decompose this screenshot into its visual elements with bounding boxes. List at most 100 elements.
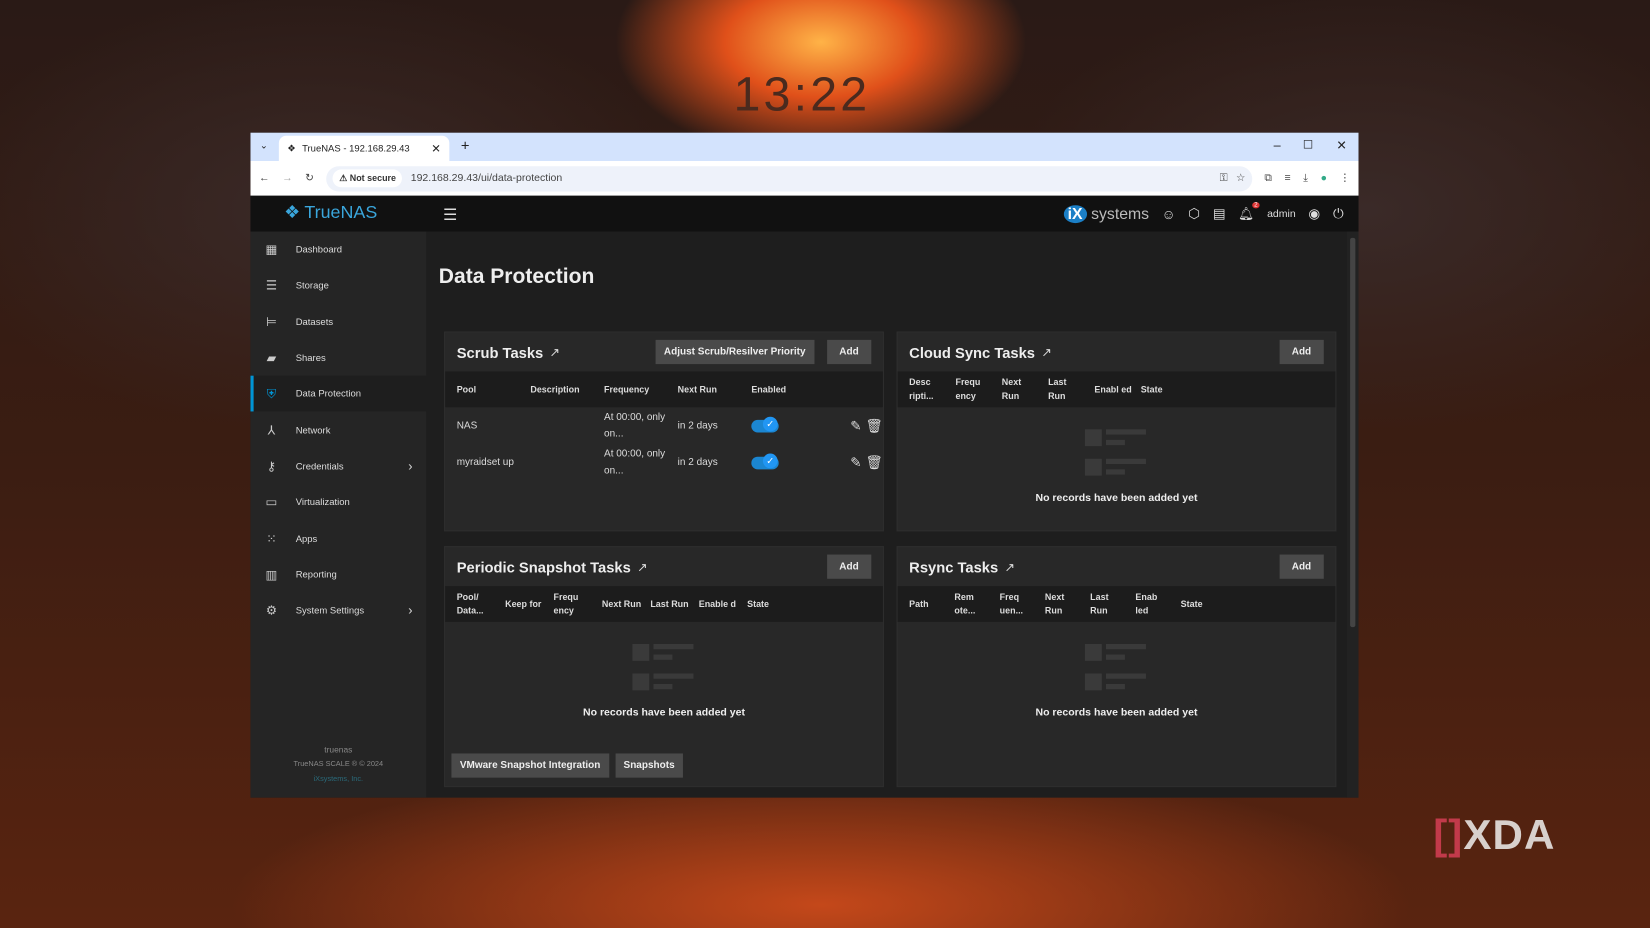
column-header[interactable]: Path bbox=[909, 597, 954, 611]
sidebar-item-reporting[interactable]: ▥ Reporting bbox=[250, 556, 426, 592]
tab-title: TrueNAS - 192.168.29.43 bbox=[302, 143, 410, 154]
power-icon[interactable]: ⏻ bbox=[1333, 205, 1344, 222]
rsync-tasks-card: Rsync Tasks ↗ Add Path Rem ote... Freq uen.… bbox=[896, 546, 1337, 788]
column-header[interactable]: Next Run bbox=[1045, 590, 1090, 617]
scrub-tasks-card: Scrub Tasks ↗ Adjust Scrub/Resilver Prior… bbox=[444, 331, 884, 532]
snapshots-button[interactable]: Snapshots bbox=[615, 753, 684, 778]
sidebar-item-network[interactable]: ⅄ Network bbox=[250, 412, 426, 448]
column-header[interactable]: Next Run bbox=[602, 597, 650, 611]
vmware-snapshot-integration-button[interactable]: VMware Snapshot Integration bbox=[451, 753, 609, 778]
sidebar-item-label: Shares bbox=[295, 352, 326, 364]
add-cloud-sync-button[interactable]: Add bbox=[1279, 339, 1324, 365]
delete-trash-icon[interactable]: 🗑︎ bbox=[866, 417, 883, 433]
edit-pencil-icon[interactable]: ✎ bbox=[850, 454, 861, 470]
profile-avatar[interactable]: ● bbox=[1321, 173, 1327, 185]
column-header[interactable]: Pool/ Data... bbox=[457, 590, 505, 617]
bookmark-star-icon[interactable]: ☆ bbox=[1236, 173, 1245, 185]
feedback-icon[interactable]: ☺ bbox=[1162, 206, 1176, 222]
open-external-icon[interactable]: ↗ bbox=[637, 559, 648, 574]
column-header[interactable]: Pool bbox=[457, 383, 531, 397]
truecommand-icon[interactable]: ⬡ bbox=[1188, 205, 1200, 222]
sidebar-item-system-settings[interactable]: ⚙ System Settings › bbox=[250, 592, 426, 628]
sidebar-item-data-protection[interactable]: ⛨ Data Protection bbox=[250, 375, 427, 412]
column-header[interactable]: Frequ ency bbox=[955, 376, 1001, 403]
ixsystems-logo[interactable]: iX systems bbox=[1063, 204, 1149, 223]
close-tab-icon[interactable]: ✕ bbox=[431, 142, 441, 156]
column-header[interactable]: Description bbox=[530, 383, 604, 397]
open-external-icon[interactable]: ↗ bbox=[1041, 345, 1052, 360]
folder-icon: ▰ bbox=[266, 350, 277, 366]
add-rsync-button[interactable]: Add bbox=[1279, 554, 1324, 579]
open-external-icon[interactable]: ↗ bbox=[550, 345, 561, 360]
column-header[interactable]: Desc ripti... bbox=[909, 376, 955, 403]
account-icon[interactable]: ◉ bbox=[1308, 205, 1320, 222]
add-snapshot-button[interactable]: Add bbox=[826, 554, 872, 579]
column-header[interactable]: Last Run bbox=[1090, 590, 1135, 617]
column-header[interactable]: Frequency bbox=[604, 383, 678, 397]
column-header[interactable]: Enabled bbox=[751, 383, 825, 397]
security-chip[interactable]: ⚠ Not secure bbox=[332, 169, 403, 188]
extensions-icon[interactable]: ⧉ bbox=[1264, 173, 1272, 185]
sidebar-item-virtualization[interactable]: ▭ Virtualization bbox=[250, 484, 426, 520]
sidebar-item-credentials[interactable]: ⚷ Credentials › bbox=[250, 448, 426, 484]
close-window-icon[interactable]: ✕ bbox=[1336, 138, 1347, 153]
column-header[interactable]: Last Run bbox=[650, 597, 698, 611]
column-header[interactable]: Keep for bbox=[505, 597, 553, 611]
column-header[interactable]: State bbox=[1141, 383, 1187, 397]
periodic-snapshot-tasks-card: Periodic Snapshot Tasks ↗ Add Pool/ Data.… bbox=[444, 546, 884, 788]
sidebar-footer: truenas TrueNAS SCALE ® © 2024 iXsystems… bbox=[250, 743, 426, 787]
cloud-sync-tasks-card: Cloud Sync Tasks ↗ Add Desc ripti... Frequ… bbox=[896, 331, 1337, 532]
jobs-clipboard-icon[interactable]: ▤ bbox=[1213, 205, 1226, 222]
company-link[interactable]: iXsystems, Inc. bbox=[250, 772, 426, 787]
add-scrub-button[interactable]: Add bbox=[826, 339, 872, 365]
sidebar-item-storage[interactable]: ☰ Storage bbox=[250, 268, 426, 304]
hamburger-menu-icon[interactable]: ☰ bbox=[443, 205, 457, 224]
minimize-icon[interactable]: – bbox=[1274, 138, 1281, 153]
menu-dots-icon[interactable]: ⋮ bbox=[1340, 173, 1351, 185]
column-header[interactable]: Next Run bbox=[1002, 376, 1048, 403]
card-title: Scrub Tasks bbox=[456, 343, 544, 361]
column-header[interactable]: Last Run bbox=[1048, 376, 1094, 403]
url-field[interactable]: ⚠ Not secure 192.168.29.43/ui/data-prote… bbox=[326, 165, 1252, 191]
open-external-icon[interactable]: ↗ bbox=[1005, 559, 1016, 574]
column-header[interactable]: State bbox=[1181, 597, 1226, 611]
enabled-toggle[interactable] bbox=[751, 416, 779, 432]
column-header[interactable]: State bbox=[747, 597, 795, 611]
gear-icon: ⚙ bbox=[265, 603, 278, 618]
browser-tab[interactable]: ❖ TrueNAS - 192.168.29.43 ✕ bbox=[278, 135, 450, 162]
column-header[interactable]: Rem ote... bbox=[954, 590, 999, 617]
column-header[interactable]: Enable d bbox=[699, 597, 747, 611]
table-header: Pool/ Data... Keep for Frequ ency Next Run L… bbox=[445, 586, 883, 622]
tab-search-icon[interactable]: ⌄ bbox=[260, 140, 268, 152]
back-icon[interactable]: ← bbox=[259, 173, 270, 185]
media-icon[interactable]: ≡ bbox=[1285, 173, 1291, 185]
empty-state: No records have been added yet bbox=[898, 644, 1336, 719]
empty-list-icon bbox=[632, 644, 695, 697]
edit-pencil-icon[interactable]: ✎ bbox=[850, 417, 861, 433]
column-header[interactable]: Enab led bbox=[1135, 590, 1180, 617]
user-name[interactable]: admin bbox=[1267, 208, 1296, 220]
truenas-logo[interactable]: ❖ TrueNAS bbox=[284, 202, 377, 223]
sidebar-item-shares[interactable]: ▰ Shares bbox=[250, 340, 426, 376]
column-header[interactable]: Enabl ed bbox=[1094, 383, 1140, 397]
empty-list-icon bbox=[1084, 644, 1148, 697]
sidebar-item-dashboard[interactable]: ▦ Dashboard bbox=[250, 232, 426, 268]
password-key-icon[interactable]: ⚿ bbox=[1220, 173, 1228, 185]
enabled-toggle[interactable] bbox=[751, 453, 779, 469]
forward-icon[interactable]: → bbox=[282, 173, 293, 185]
table-row: myraidset up At 00:00, only on... in 2 d… bbox=[445, 444, 883, 481]
sidebar-item-apps[interactable]: ⁙ Apps bbox=[250, 520, 426, 556]
download-icon[interactable]: ⤓ bbox=[1303, 173, 1308, 185]
notifications-bell-icon[interactable]: 🔔︎ 2 bbox=[1238, 202, 1260, 221]
sidebar-item-label: System Settings bbox=[295, 605, 365, 616]
sidebar-item-datasets[interactable]: ⊨ Datasets bbox=[250, 304, 426, 340]
maximize-icon[interactable]: ☐ bbox=[1303, 138, 1313, 152]
column-header[interactable]: Frequ ency bbox=[554, 590, 602, 617]
reload-icon[interactable]: ↻ bbox=[305, 173, 314, 185]
new-tab-icon[interactable]: + bbox=[461, 137, 470, 154]
scrollbar[interactable] bbox=[1346, 231, 1359, 798]
adjust-priority-button[interactable]: Adjust Scrub/Resilver Priority bbox=[655, 339, 814, 365]
delete-trash-icon[interactable]: 🗑︎ bbox=[866, 454, 883, 470]
column-header[interactable]: Next Run bbox=[678, 383, 752, 397]
column-header[interactable]: Freq uen... bbox=[1000, 590, 1045, 617]
